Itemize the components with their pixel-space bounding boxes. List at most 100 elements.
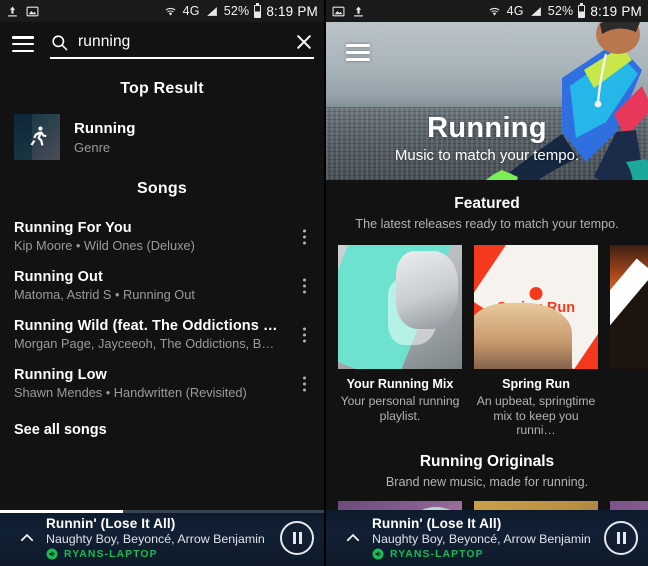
upload-icon [8,6,17,16]
featured-card-title: Your Running Mix [346,377,454,391]
featured-subheading: The latest releases ready to match your … [355,217,619,231]
song-title: Running Low [14,367,107,383]
featured-card-title: Spring Run [502,377,570,391]
search-icon [52,34,68,50]
playlist-cover: Your Running Mix [338,245,462,369]
image-icon [26,6,39,16]
cover-title-line2: Mix [387,309,413,326]
cover-title-overlay: Spring Run [474,300,598,316]
close-icon[interactable] [294,32,314,52]
battery-icon [254,2,262,18]
wifi-icon [489,7,500,16]
status-bar-right-icons: 4G 52% 8:19 PM [163,2,318,19]
page-title: Running [427,112,547,144]
playlist-cover [610,245,648,369]
search-results-list[interactable]: Top Result Running Genre Songs Running F… [0,66,324,566]
status-bar: 4G 52% 8:19 PM [0,0,324,22]
now-playing-title: Runnin' (Lose It All) [372,516,502,531]
search-bar: running [0,22,324,66]
battery-percent-label: 52% [547,4,574,18]
now-playing-bar[interactable]: Runnin' (Lose It All) Naughty Boy, Beyon… [0,510,324,566]
featured-card-title: Sta [610,377,648,391]
song-row[interactable]: Running Out Matoma, Astrid S • Running O… [0,261,324,310]
speaker-icon [46,548,58,560]
originals-heading: Running Originals [419,452,555,470]
originals-subheading: Brand new music, made for running. [385,474,589,489]
signal-icon [206,6,217,16]
song-subtitle: Kip Moore • Wild Ones (Deluxe) [14,238,195,253]
clock-label: 8:19 PM [590,3,642,19]
dual-screenshot: 4G 52% 8:19 PM running Top Result Runnin… [0,0,648,566]
image-icon [332,6,345,16]
speaker-icon [372,548,384,560]
featured-card[interactable]: Spring Run Spring Run An upbeat, springt… [474,245,598,438]
pause-button[interactable] [280,521,314,555]
now-playing-bar[interactable]: Runnin' (Lose It All) Naughty Boy, Beyon… [326,510,648,566]
playlist-cover: Spring Run [474,245,598,369]
song-row[interactable]: Running For You Kip Moore • Wild Ones (D… [0,212,324,261]
expand-player-icon[interactable] [336,529,370,547]
song-subtitle: Shawn Mendes • Handwritten (Revisited) [14,385,247,400]
overflow-menu-icon[interactable] [296,278,312,293]
device-name-label: RYANS-LAPTOP [390,548,484,560]
see-all-songs-link[interactable]: See all songs [0,408,324,450]
spotify-badge-icon [529,287,543,301]
network-type-label: 4G [506,4,524,18]
featured-heading: Featured [454,195,520,212]
network-type-label: 4G [182,4,200,18]
connected-device[interactable]: RYANS-LAPTOP [46,548,280,560]
song-subtitle: Matoma, Astrid S • Running Out [14,287,195,302]
overflow-menu-icon[interactable] [296,327,312,342]
spotify-badge-icon [393,287,407,301]
song-title: Running Wild (feat. The Oddictions an… [14,318,284,334]
cover-title-overlay: Your Running Mix [338,293,462,325]
battery-icon [578,2,586,18]
runner-icon [30,126,47,146]
expand-player-icon[interactable] [10,529,44,547]
now-playing-artist: Naughty Boy, Beyoncé, Arrow Benjamin [46,532,265,546]
now-playing-meta: Runnin' (Lose It All) Naughty Boy, Beyon… [370,516,604,560]
page-subtitle: Music to match your tempo. [394,147,580,164]
featured-card-description: An upbeat, springtime mix to keep you ru… [476,394,596,438]
cover-title-line1: Spring Run [496,300,576,317]
status-bar: 4G 52% 8:19 PM [326,0,648,22]
genre-hero-banner: Running Music to match your tempo. [326,22,648,180]
now-playing-meta: Runnin' (Lose It All) Naughty Boy, Beyon… [44,516,280,560]
featured-card[interactable]: Sta [610,245,648,438]
top-result-subtitle: Genre [74,139,111,155]
overflow-menu-icon[interactable] [296,229,312,244]
song-subtitle: Morgan Page, Jayceeoh, The Oddictions, B… [14,336,275,351]
playback-progress-fill [0,510,124,513]
genre-thumbnail [14,114,60,160]
status-bar-left-icons [6,5,39,18]
wifi-icon [165,7,176,16]
top-result-title: Running [74,119,136,137]
overflow-menu-icon[interactable] [296,376,312,391]
song-title: Running Out [14,269,103,285]
upload-icon [354,6,363,16]
cover-title-line1: Your Running [352,293,448,310]
featured-carousel[interactable]: Your Running Mix Your Running Mix Your p… [326,231,648,438]
menu-icon[interactable] [346,44,370,61]
now-playing-artist: Naughty Boy, Beyoncé, Arrow Benjamin [372,532,591,546]
right-phone-screen: 4G 52% 8:19 PM Running Music to match yo… [324,0,648,566]
top-result-heading: Top Result [120,80,204,97]
hero-text-block: Running Music to match your tempo. [326,112,648,164]
pause-button[interactable] [604,521,638,555]
songs-heading: Songs [137,180,187,197]
song-row[interactable]: Running Low Shawn Mendes • Handwritten (… [0,359,324,408]
search-query-text: running [78,33,131,50]
featured-card-description: Your personal running playlist. [340,394,460,423]
device-name-label: RYANS-LAPTOP [64,548,158,560]
song-row[interactable]: Running Wild (feat. The Oddictions an… M… [0,310,324,359]
featured-card[interactable]: Your Running Mix Your Running Mix Your p… [338,245,462,438]
status-bar-left-icons [332,5,365,18]
signal-icon [530,6,541,16]
connected-device[interactable]: RYANS-LAPTOP [372,548,604,560]
top-result-meta: Running Genre [74,120,136,155]
menu-icon[interactable] [12,36,34,52]
top-result-row[interactable]: Running Genre [0,114,324,160]
clock-label: 8:19 PM [266,3,318,19]
featured-section: Featured The latest releases ready to ma… [326,180,648,438]
search-input[interactable]: running [50,29,314,59]
